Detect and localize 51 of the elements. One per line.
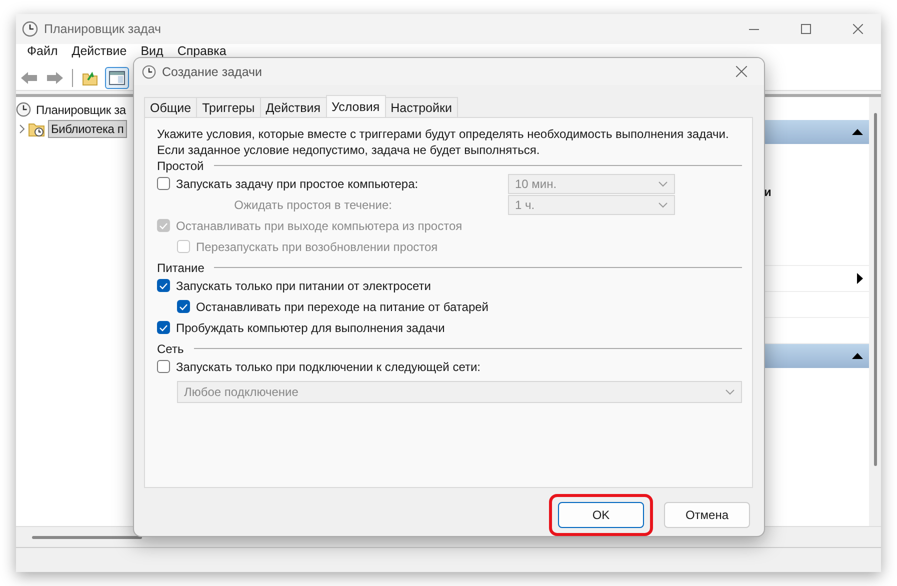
checkbox-label: Запускать только при питании от электросети <box>176 278 431 292</box>
close-icon <box>736 66 746 77</box>
chevron-down-icon <box>658 202 668 208</box>
checkbox-label: Останавливать при выходе компьютера из простоя <box>176 218 462 232</box>
group-title: Питание <box>157 260 204 274</box>
clock-icon <box>142 64 156 78</box>
instruction-text: Если заданное условие недопустимо, задача не будет выполняться. <box>157 142 541 158</box>
menu-item[interactable]: Справка <box>170 45 234 58</box>
menu-item[interactable]: Вид <box>134 45 170 58</box>
menu-item[interactable]: Действие <box>64 45 134 58</box>
tab[interactable]: Условия <box>326 95 386 117</box>
tree-item[interactable]: Библиотека п <box>48 120 127 138</box>
checkbox-label: Перезапускать при возобновлении простоя <box>196 240 438 254</box>
tab[interactable]: Общие <box>144 97 198 117</box>
checkbox[interactable] <box>157 279 170 292</box>
folder-clock-icon <box>28 120 46 136</box>
checkbox[interactable] <box>177 300 190 313</box>
tab[interactable]: Настройки <box>384 97 458 117</box>
maximize-icon <box>801 24 811 34</box>
group-title: Простой <box>157 158 204 172</box>
window-title: Планировщик задач <box>44 22 162 36</box>
collapse-icon[interactable] <box>852 353 863 359</box>
group-title: Сеть <box>157 342 184 356</box>
scrollbar-thumb[interactable] <box>32 536 142 538</box>
submenu-arrow-icon <box>857 273 863 284</box>
minimize-icon <box>749 28 759 30</box>
tab[interactable]: Действия <box>260 97 326 117</box>
scrollbar-thumb[interactable] <box>874 113 876 466</box>
menu-item[interactable]: Файл <box>20 45 65 58</box>
dialog-button[interactable]: Отмена <box>664 502 750 528</box>
tree-item[interactable]: Планировщик за <box>33 100 129 118</box>
action-label[interactable]: и <box>764 185 772 199</box>
checkbox[interactable] <box>157 177 170 190</box>
tab[interactable]: Триггеры <box>196 97 261 117</box>
dialog-button[interactable]: OK <box>558 502 644 528</box>
show-panel-button[interactable] <box>105 67 129 89</box>
close-icon <box>853 24 863 34</box>
chevron-right-icon[interactable] <box>18 124 26 134</box>
checkbox-label: Запускать задачу при простое компьютера: <box>176 176 418 190</box>
chevron-down-icon <box>725 389 735 395</box>
instruction-text: Укажите условия, которые вместе с триггерами будут определять необходимость выполнения задачи. <box>157 126 730 142</box>
field-label: Ожидать простоя в течение: <box>234 198 392 212</box>
chevron-down-icon <box>658 180 668 186</box>
checkbox-label: Останавливать при переходе на питание от батарей <box>196 300 488 314</box>
dialog-title: Создание задачи <box>162 64 263 78</box>
checkbox[interactable] <box>157 360 170 373</box>
checkbox-label: Запускать только при подключении к следующей сети: <box>176 360 480 374</box>
checkbox[interactable] <box>157 321 170 334</box>
checkbox-label: Пробуждать компьютер для выполнения задачи <box>176 320 445 334</box>
collapse-icon[interactable] <box>852 129 863 135</box>
clock-icon <box>22 21 38 37</box>
